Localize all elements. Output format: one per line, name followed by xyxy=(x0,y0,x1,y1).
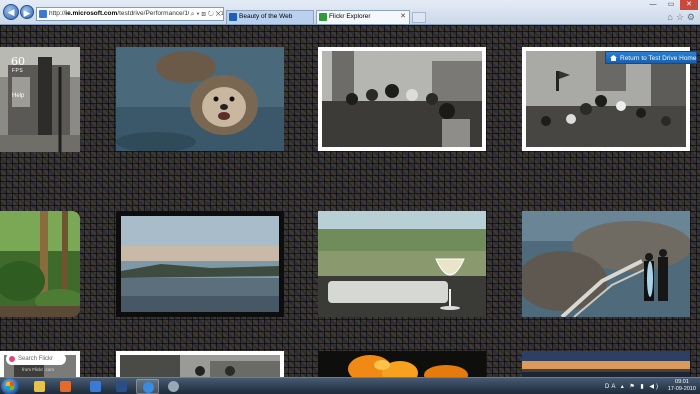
back-button[interactable]: ◀ xyxy=(3,4,19,20)
page-icon xyxy=(39,10,47,18)
photo-image xyxy=(318,211,486,317)
photo-sea-otters[interactable] xyxy=(116,47,284,151)
photo-image xyxy=(318,351,486,377)
photo-image xyxy=(522,351,690,377)
tray-icons[interactable]: ▴ ⚑ ▮ ◀) xyxy=(621,384,660,390)
ie-favicon-icon xyxy=(229,13,237,21)
photo-wine-glass[interactable] xyxy=(318,211,486,317)
browser-toolbar: ◀ ▶ http://ie.microsoft.com/testdrive/Pe… xyxy=(0,0,700,25)
checkmark-icon xyxy=(90,381,101,392)
taskbar: DA ▴ ⚑ ▮ ◀) 09:01 17-09-2010 xyxy=(0,377,700,394)
return-to-test-drive-button[interactable]: Return to Test Drive Home xyxy=(605,51,697,64)
photo-image xyxy=(0,211,80,317)
flickr-credit: from Flickr .com xyxy=(22,367,54,372)
clock-time: 09:01 xyxy=(675,379,689,385)
minimize-icon[interactable]: — xyxy=(644,0,662,10)
internet-explorer-icon xyxy=(143,382,154,393)
window-controls: — ▭ ✕ xyxy=(644,0,698,10)
taskbar-check[interactable] xyxy=(84,379,107,394)
tab-close-icon[interactable]: ✕ xyxy=(400,11,406,23)
search-flickr-input[interactable]: Search Flickr xyxy=(6,353,66,365)
globe-icon xyxy=(168,381,179,392)
photo-image xyxy=(522,211,690,317)
tab-flickr-explorer[interactable]: Flickr Explorer ✕ xyxy=(316,10,410,24)
photo-crowd-bw-1[interactable] xyxy=(318,47,486,151)
clock-date: 17-09-2010 xyxy=(667,386,696,392)
app-icon xyxy=(116,381,127,392)
address-prefix: http:// xyxy=(49,10,66,17)
photo-surfers-rocks[interactable] xyxy=(522,211,690,317)
clock[interactable]: 09:01 17-09-2010 xyxy=(668,379,696,393)
home-icon[interactable]: ⌂ xyxy=(667,12,675,22)
start-button[interactable] xyxy=(1,378,19,394)
address-host: ie.microsoft.com xyxy=(65,10,118,17)
photo-forest[interactable] xyxy=(0,211,80,317)
photo-street-bw[interactable] xyxy=(116,351,284,377)
search-placeholder: Search Flickr xyxy=(18,356,54,362)
flickr-logo-icon xyxy=(9,356,15,362)
tab-label: Beauty of the Web xyxy=(239,13,293,20)
close-icon[interactable]: ✕ xyxy=(680,0,698,10)
tab-beauty-of-the-web[interactable]: Beauty of the Web xyxy=(226,10,314,24)
favorites-icon[interactable]: ☆ xyxy=(676,12,687,22)
photo-image xyxy=(322,51,482,147)
photo-image xyxy=(526,51,686,147)
new-tab-button[interactable] xyxy=(412,12,426,23)
fps-counter: 60 xyxy=(11,55,25,68)
photo-image xyxy=(116,47,284,151)
address-tools-icon[interactable]: ⌕ ▾ ⊠ ↻ ✕ xyxy=(188,9,221,20)
help-link[interactable]: Help xyxy=(12,93,24,99)
flickr-explorer-page: 60 FPS Help Return to Test Drive Home xyxy=(0,25,700,377)
photo-image xyxy=(120,355,280,377)
forward-button[interactable]: ▶ xyxy=(20,5,34,19)
gear-icon[interactable]: ⚙ xyxy=(687,12,698,22)
folder-icon xyxy=(34,381,45,392)
photo-sunset-horizon[interactable] xyxy=(522,351,690,377)
taskbar-media[interactable] xyxy=(54,379,77,394)
home-icon xyxy=(610,55,617,61)
taskbar-other[interactable] xyxy=(162,379,185,394)
taskbar-app[interactable] xyxy=(110,379,133,394)
photo-bay-sunset[interactable] xyxy=(116,211,284,317)
taskbar-explorer[interactable] xyxy=(28,379,51,394)
maximize-icon[interactable]: ▭ xyxy=(662,0,680,10)
system-tray: DA ▴ ⚑ ▮ ◀) xyxy=(605,383,660,390)
photo-image xyxy=(121,216,279,312)
address-bar[interactable]: http://ie.microsoft.com/testdrive/Perfor… xyxy=(36,7,224,21)
media-player-icon xyxy=(60,381,71,392)
photo-orange-poppies[interactable] xyxy=(318,351,486,377)
return-button-label: Return to Test Drive Home xyxy=(620,55,697,62)
taskbar-internet-explorer[interactable] xyxy=(136,379,159,394)
language-indicator[interactable]: DA xyxy=(605,384,617,390)
flickr-favicon-icon xyxy=(319,13,327,21)
toolbar-icons: ⌂☆⚙ xyxy=(667,12,698,23)
tab-label: Flickr Explorer xyxy=(329,13,371,20)
fps-label: FPS xyxy=(12,68,24,74)
